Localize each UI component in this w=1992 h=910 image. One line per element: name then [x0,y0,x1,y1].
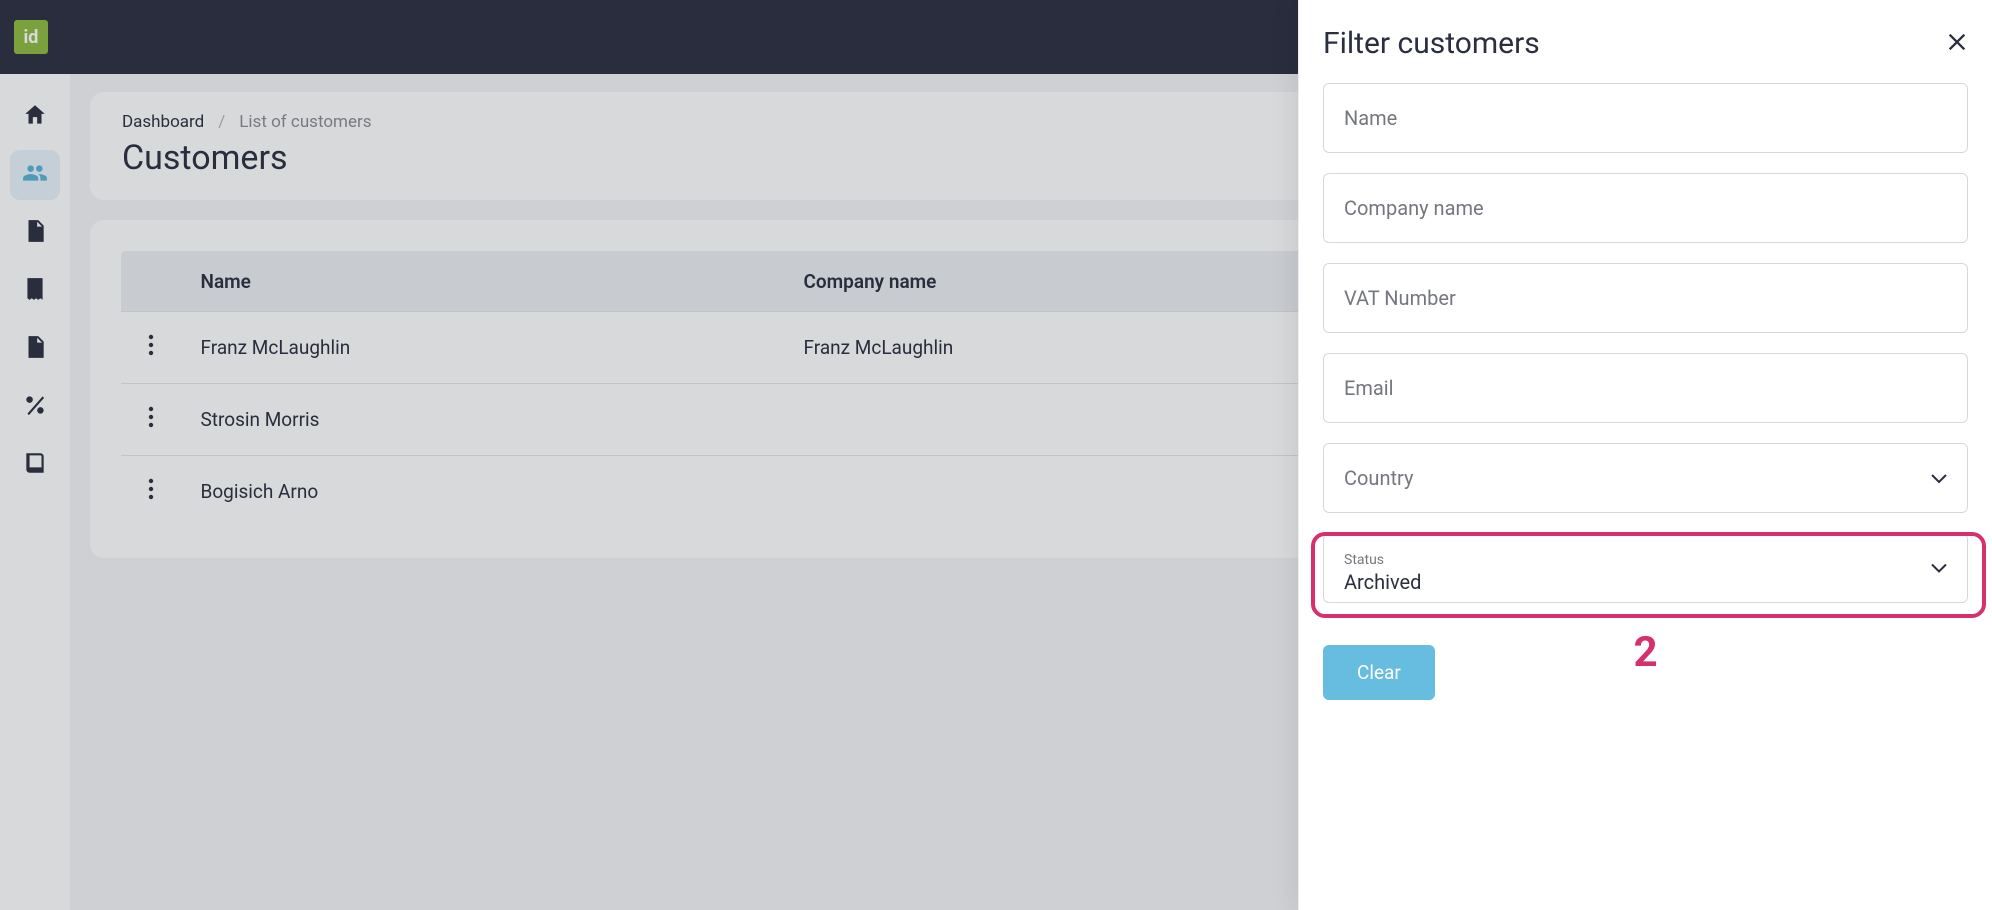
sidebar-item-home[interactable] [10,92,60,142]
cell-company: Franz McLaughlin [784,312,1387,384]
filter-status-value: Archived [1344,570,1421,594]
filter-title: Filter customers [1323,26,1540,61]
row-actions [121,384,181,456]
sidebar-item-library[interactable] [10,440,60,490]
filter-email-input[interactable]: Email [1323,353,1968,423]
sidebar-item-receipts[interactable] [10,266,60,316]
filter-vat-placeholder: VAT Number [1344,286,1456,310]
chevron-down-icon [1931,469,1947,488]
filter-company-input[interactable]: Company name [1323,173,1968,243]
filter-vat-input[interactable]: VAT Number [1323,263,1968,333]
kebab-menu-icon[interactable] [148,478,154,500]
invoice-icon [22,334,48,364]
sidebar-item-documents[interactable] [10,208,60,258]
filter-name-placeholder: Name [1344,106,1397,130]
breadcrumb-current: List of customers [239,112,371,132]
filter-country-select[interactable]: Country [1323,443,1968,513]
close-icon [1946,26,1968,61]
sidebar-item-invoices[interactable] [10,324,60,374]
close-button[interactable] [1946,29,1968,59]
book-icon [22,450,48,480]
logo: id [14,20,48,54]
filter-status-select[interactable]: Status Archived [1323,533,1968,603]
receipt-icon [22,276,48,306]
percent-icon [22,392,48,422]
cell-company [784,456,1387,528]
col-company[interactable]: Company name [784,251,1387,312]
filter-status-label: Status [1344,552,1384,568]
row-actions [121,312,181,384]
kebab-menu-icon[interactable] [148,406,154,428]
filter-name-input[interactable]: Name [1323,83,1968,153]
breadcrumb-root[interactable]: Dashboard [122,112,204,132]
row-actions [121,456,181,528]
home-icon [22,102,48,132]
filter-email-placeholder: Email [1344,376,1394,400]
document-icon [22,218,48,248]
sidebar [0,74,70,910]
cell-name: Franz McLaughlin [181,312,784,384]
sidebar-item-customers[interactable] [10,150,60,200]
cell-name: Strosin Morris [181,384,784,456]
people-icon [22,160,48,190]
filter-company-placeholder: Company name [1344,196,1484,220]
sidebar-item-discounts[interactable] [10,382,60,432]
cell-company [784,384,1387,456]
kebab-menu-icon[interactable] [148,334,154,356]
cell-name: Bogisich Arno [181,456,784,528]
annotation-number: 2 [1633,628,1657,677]
clear-button[interactable]: Clear [1323,645,1435,700]
filter-panel: Filter customers Name Company name VAT N… [1298,0,1992,910]
filter-country-placeholder: Country [1344,466,1413,490]
breadcrumb-separator: / [218,112,225,132]
chevron-down-icon [1931,559,1947,578]
col-name[interactable]: Name [181,251,784,312]
col-actions [121,251,181,312]
